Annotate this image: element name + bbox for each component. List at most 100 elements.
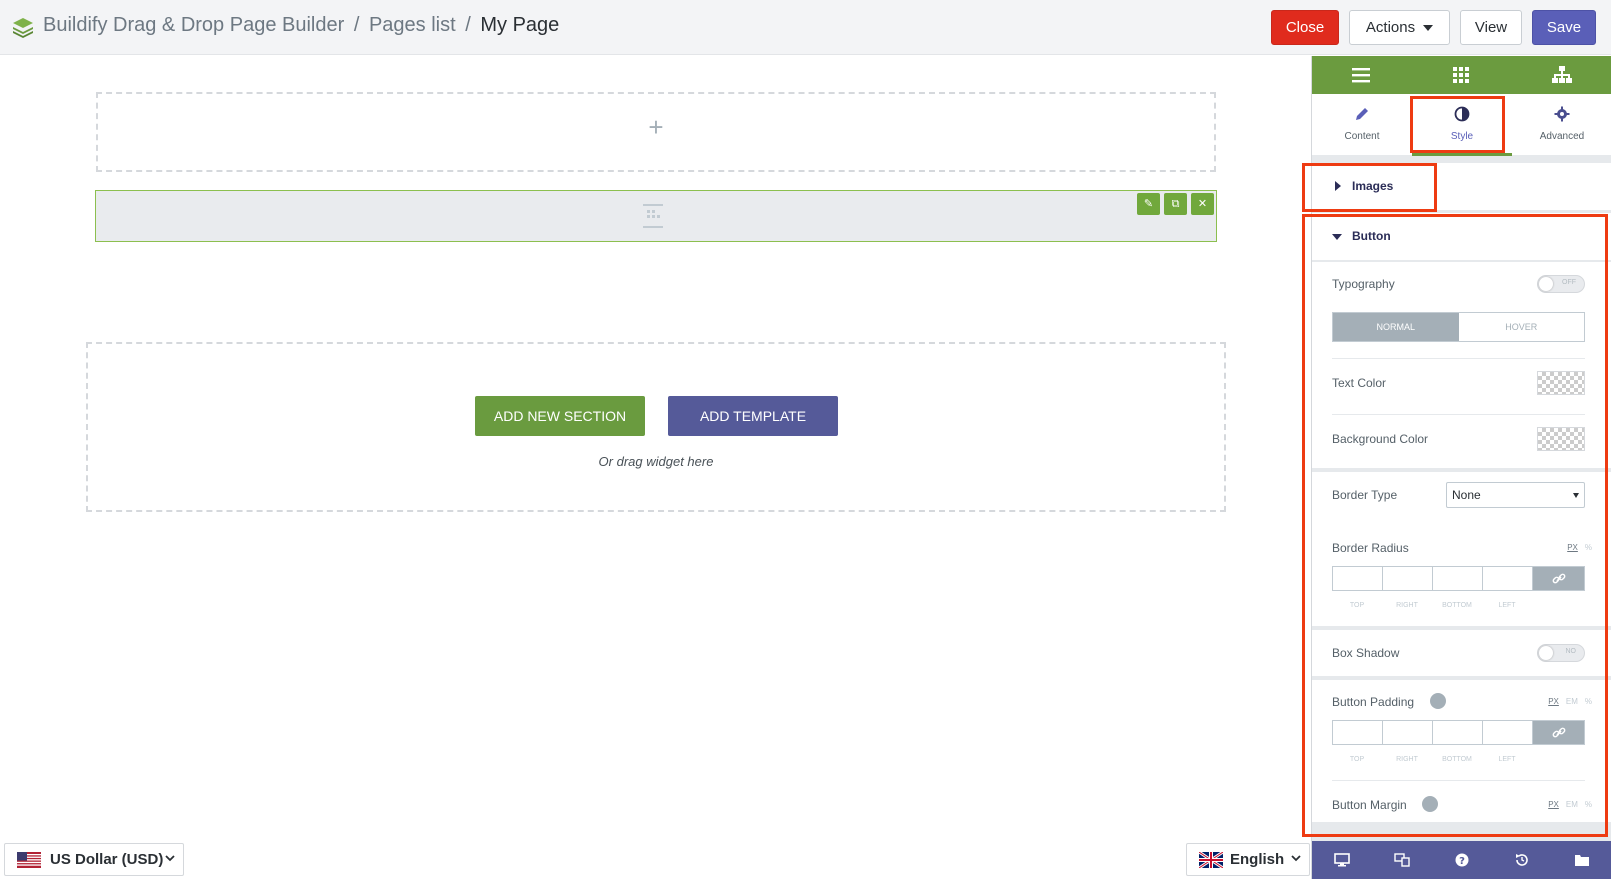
toggle-knob: [1539, 277, 1553, 291]
responsive-desktop-icon[interactable]: [1422, 796, 1438, 812]
desktop-icon[interactable]: [1334, 853, 1350, 867]
unit-percent[interactable]: %: [1585, 697, 1592, 706]
border-type-label: Border Type: [1332, 488, 1398, 502]
page-canvas: + ✎ ⧉ ✕ ADD NEW SECTION ADD TEMPLATE Or …: [0, 56, 1311, 836]
dim-label-right: RIGHT: [1396, 602, 1418, 609]
widgets-grid-icon[interactable]: [1452, 66, 1472, 84]
border-radius-dim-labels: TOP RIGHT BOTTOM LEFT: [1332, 602, 1532, 609]
uk-flag-icon: [1199, 852, 1223, 868]
svg-text:?: ?: [1459, 856, 1465, 867]
tab-normal[interactable]: NORMAL: [1333, 313, 1459, 341]
pencil-edit-icon[interactable]: ✎: [1137, 193, 1160, 215]
section-divider: [1312, 626, 1611, 630]
radius-bottom-input[interactable]: [1433, 567, 1483, 590]
breadcrumb-pages-list[interactable]: Pages list: [369, 14, 456, 36]
drag-widget-hint: Or drag widget here: [598, 454, 714, 469]
panel-tabs: Content Style Advanced: [1312, 94, 1611, 156]
dim-label-left: LEFT: [1498, 756, 1516, 763]
dim-label-bottom: BOTTOM: [1442, 756, 1472, 763]
actions-dropdown-button[interactable]: Actions: [1349, 10, 1450, 45]
history-icon[interactable]: [1514, 853, 1530, 867]
button-margin-units: PX EM%: [1541, 800, 1592, 809]
typography-label: Typography: [1332, 277, 1395, 291]
close-icon[interactable]: ✕: [1191, 193, 1214, 215]
tab-content-label: Content: [1344, 131, 1380, 142]
toggle-knob: [1539, 646, 1553, 660]
tab-content[interactable]: Content: [1312, 94, 1412, 156]
padding-right-input[interactable]: [1383, 721, 1433, 744]
background-color-label: Background Color: [1332, 432, 1429, 446]
language-selector[interactable]: English: [1186, 843, 1310, 876]
button-section-header[interactable]: Button: [1312, 213, 1611, 261]
duplicate-icon[interactable]: ⧉: [1164, 193, 1187, 215]
breadcrumb-separator: /: [465, 14, 471, 36]
us-flag-icon: [17, 852, 41, 868]
tab-advanced-label: Advanced: [1539, 131, 1585, 142]
tab-style[interactable]: Style: [1412, 94, 1512, 156]
text-color-picker[interactable]: [1537, 371, 1585, 395]
box-shadow-toggle[interactable]: NO: [1537, 644, 1585, 662]
view-button[interactable]: View: [1460, 10, 1522, 45]
empty-section-placeholder[interactable]: +: [96, 92, 1216, 172]
breadcrumb-current-page: My Page: [480, 14, 560, 36]
add-section-dropzone[interactable]: ADD NEW SECTION ADD TEMPLATE Or drag wid…: [86, 342, 1226, 512]
section-divider: [1312, 468, 1611, 472]
language-label: English: [1230, 851, 1285, 868]
border-radius-units: PX%: [1560, 543, 1592, 552]
unit-em[interactable]: EM: [1566, 800, 1578, 809]
button-padding-label: Button Padding: [1332, 695, 1415, 709]
padding-top-input[interactable]: [1333, 721, 1383, 744]
button-style-controls: Typography OFF NORMAL HOVER Text Color B…: [1312, 262, 1611, 822]
caret-down-icon: [1423, 25, 1434, 32]
navigator-sitemap-icon[interactable]: [1552, 66, 1572, 84]
unit-percent[interactable]: %: [1585, 800, 1592, 809]
widget-placeholder[interactable]: ✎ ⧉ ✕: [95, 190, 1217, 242]
unit-px[interactable]: PX: [1548, 800, 1559, 809]
folder-icon[interactable]: [1574, 853, 1590, 867]
border-type-select[interactable]: None: [1446, 482, 1585, 508]
radius-top-input[interactable]: [1333, 567, 1383, 590]
unit-em[interactable]: EM: [1566, 697, 1578, 706]
link-values-button[interactable]: [1533, 567, 1584, 590]
panel-footer: ?: [1312, 841, 1611, 879]
widget-drag-icon: [643, 204, 663, 228]
hamburger-menu-icon[interactable]: [1352, 66, 1372, 84]
radius-left-input[interactable]: [1483, 567, 1533, 590]
divider: [1332, 358, 1585, 359]
breadcrumb-separator: /: [353, 14, 360, 36]
gear-icon: [1554, 106, 1570, 122]
chevron-down-icon: [1291, 855, 1301, 862]
unit-percent[interactable]: %: [1585, 543, 1592, 552]
toggle-state-label: NO: [1565, 648, 1577, 655]
currency-label: US Dollar (USD): [50, 851, 164, 868]
add-template-button[interactable]: ADD TEMPLATE: [668, 396, 838, 436]
dim-label-left: LEFT: [1498, 602, 1516, 609]
responsive-desktop-icon[interactable]: [1430, 693, 1446, 709]
panel-header: [1312, 56, 1611, 94]
tab-advanced[interactable]: Advanced: [1512, 94, 1611, 156]
typography-toggle[interactable]: OFF: [1537, 275, 1585, 293]
unit-px[interactable]: PX: [1548, 697, 1559, 706]
unit-px[interactable]: PX: [1567, 543, 1578, 552]
toggle-state-label: OFF: [1562, 279, 1576, 286]
text-color-label: Text Color: [1332, 376, 1387, 390]
close-button[interactable]: Close: [1271, 10, 1339, 45]
padding-bottom-input[interactable]: [1433, 721, 1483, 744]
radius-right-input[interactable]: [1383, 567, 1433, 590]
currency-selector[interactable]: US Dollar (USD): [4, 843, 184, 876]
pencil-icon: [1356, 108, 1368, 120]
tab-hover[interactable]: HOVER: [1458, 313, 1584, 341]
link-values-button[interactable]: [1533, 721, 1584, 744]
normal-hover-switch: NORMAL HOVER: [1332, 312, 1585, 342]
button-margin-label: Button Margin: [1332, 798, 1407, 812]
breadcrumb-app-name[interactable]: Buildify Drag & Drop Page Builder: [43, 14, 344, 36]
add-new-section-button[interactable]: ADD NEW SECTION: [475, 396, 645, 436]
images-section-header[interactable]: Images: [1312, 163, 1611, 211]
dim-label-bottom: BOTTOM: [1442, 602, 1472, 609]
save-button[interactable]: Save: [1532, 10, 1596, 45]
padding-left-input[interactable]: [1483, 721, 1533, 744]
plus-icon[interactable]: +: [98, 112, 1214, 143]
background-color-picker[interactable]: [1537, 427, 1585, 451]
responsive-mode-icon[interactable]: [1394, 853, 1410, 867]
help-icon[interactable]: ?: [1454, 853, 1470, 867]
